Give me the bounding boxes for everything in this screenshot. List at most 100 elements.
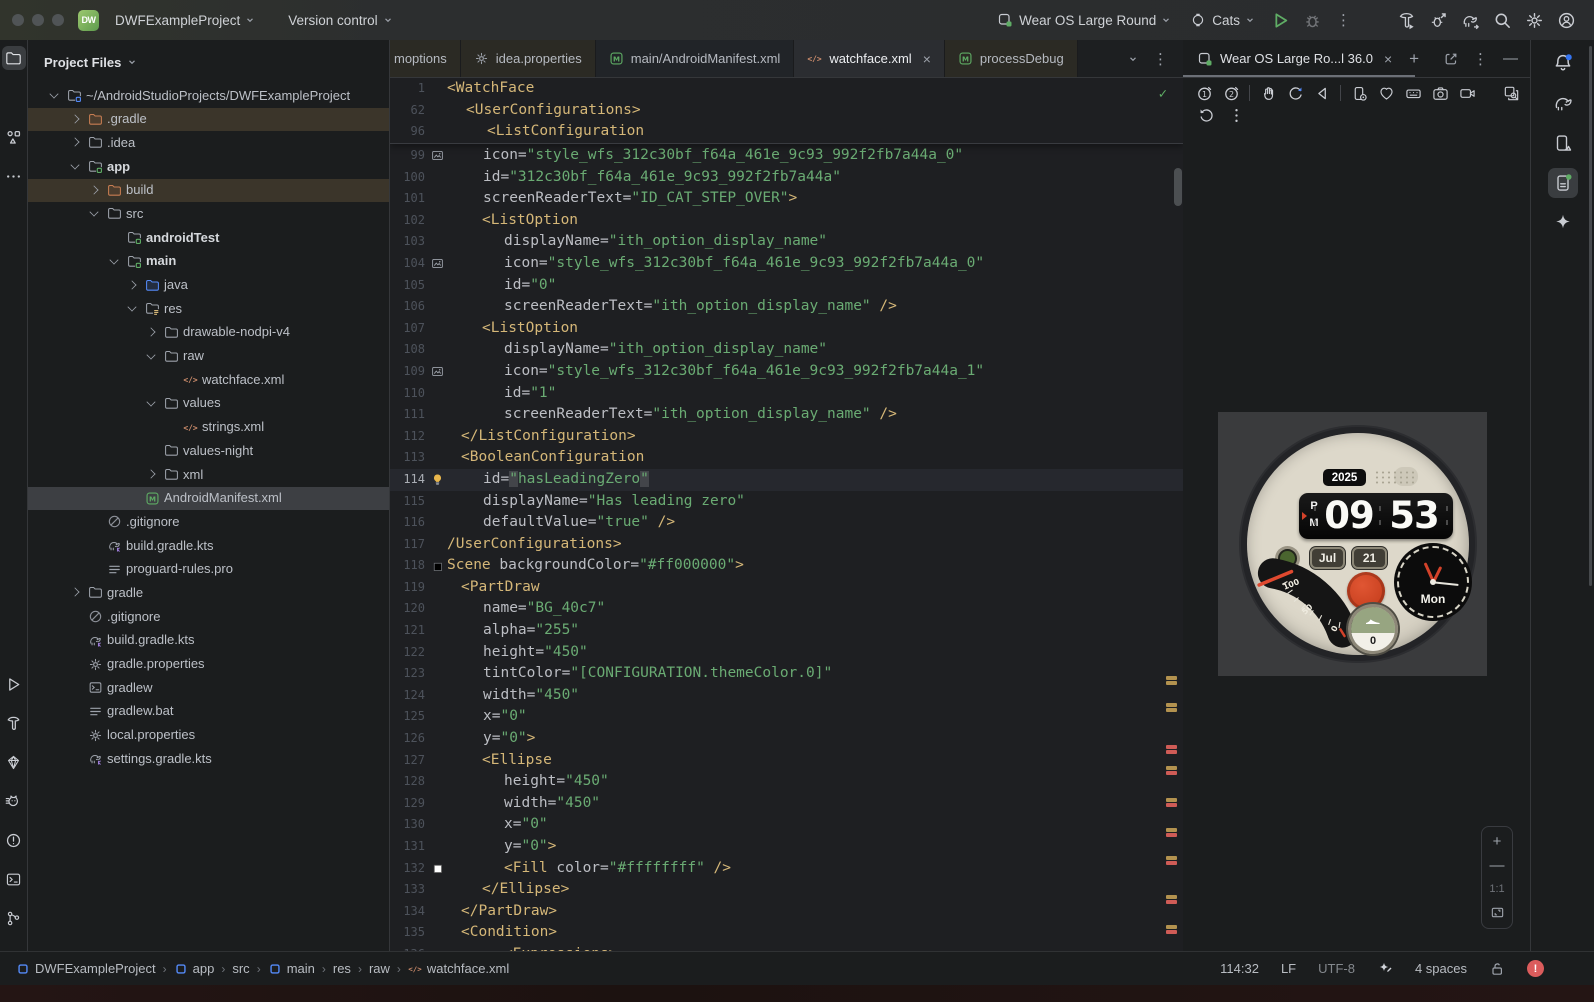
code-line[interactable]: 129 width="450" bbox=[390, 793, 1183, 815]
code-line[interactable]: 108 displayName="ith_option_display_name" bbox=[390, 339, 1183, 361]
breadcrumb-item-watchface-xml[interactable]: </> watchface.xml bbox=[408, 961, 509, 976]
code-line[interactable]: 107 <ListOption bbox=[390, 318, 1183, 340]
code-line[interactable]: 106 screenReaderText="ith_option_display_… bbox=[390, 296, 1183, 318]
tree-item-raw[interactable]: raw bbox=[28, 345, 389, 369]
lock-icon[interactable] bbox=[1489, 961, 1505, 977]
search-button[interactable] bbox=[1488, 6, 1516, 34]
breadcrumb-item-main[interactable]: main bbox=[268, 961, 315, 976]
window-controls[interactable] bbox=[12, 14, 64, 26]
code-line[interactable]: 133 </Ellipse> bbox=[390, 879, 1183, 901]
chevron-expanded-icon[interactable] bbox=[127, 302, 137, 312]
tree-item-app[interactable]: app bbox=[28, 155, 389, 179]
code-line[interactable]: 125 x="0" bbox=[390, 706, 1183, 728]
image-icon[interactable] bbox=[428, 145, 447, 167]
zoom-reset-button[interactable]: 1:1 bbox=[1489, 883, 1504, 895]
tree-item-idea[interactable]: .idea bbox=[28, 131, 389, 155]
tree-item-res[interactable]: res bbox=[28, 297, 389, 321]
code-line[interactable]: 114 id="hasLeadingZero" bbox=[390, 468, 1183, 491]
error-stripe-mark[interactable] bbox=[1166, 856, 1177, 866]
code-line[interactable]: 134 </PartDraw> bbox=[390, 901, 1183, 923]
chevron-collapsed-icon[interactable] bbox=[70, 114, 80, 124]
logcat-cat-icon[interactable] bbox=[2, 789, 26, 813]
maximize-window-button[interactable] bbox=[52, 14, 64, 26]
bulb-icon[interactable] bbox=[428, 469, 447, 491]
code-line[interactable]: 1 <WatchFace bbox=[390, 78, 1183, 100]
device-manager-icon[interactable] bbox=[1548, 128, 1578, 158]
project-folder-icon[interactable] bbox=[1, 46, 26, 70]
error-stripe-mark[interactable] bbox=[1166, 703, 1177, 713]
chevron-expanded-icon[interactable] bbox=[109, 255, 119, 265]
run-button[interactable] bbox=[1266, 6, 1294, 34]
tree-item-values[interactable]: values bbox=[28, 392, 389, 416]
close-device-tab-icon[interactable]: × bbox=[1384, 51, 1392, 67]
add-device-tab-icon[interactable]: + bbox=[1409, 49, 1419, 69]
code-line[interactable]: 124 width="450" bbox=[390, 685, 1183, 707]
image-icon[interactable] bbox=[428, 361, 447, 383]
tree-item-values-night[interactable]: values-night bbox=[28, 439, 389, 463]
error-stripe-mark[interactable] bbox=[1166, 798, 1177, 808]
code-line[interactable]: 103 displayName="ith_option_display_name" bbox=[390, 231, 1183, 253]
tree-item-build-gradle-kts[interactable]: build.gradle.kts bbox=[28, 534, 389, 558]
code-line[interactable]: 119 <PartDraw bbox=[390, 577, 1183, 599]
run-configuration-selector[interactable]: Cats bbox=[1182, 8, 1262, 32]
device-selector[interactable]: Wear OS Large Round bbox=[989, 8, 1178, 32]
device-settings-icon[interactable] bbox=[1350, 84, 1368, 102]
code-line[interactable]: 99 icon="style_wfs_312c30bf_f64a_461e_9c9… bbox=[390, 145, 1183, 167]
error-stripe-mark[interactable] bbox=[1166, 828, 1177, 838]
tree-item-gradlew-bat[interactable]: gradlew.bat bbox=[28, 700, 389, 724]
button2-icon[interactable]: 2 bbox=[1222, 84, 1240, 102]
screenshot-search-icon[interactable] bbox=[1502, 84, 1520, 102]
tree-item-watchface-xml[interactable]: </> watchface.xml bbox=[28, 368, 389, 392]
tab-watchface-xml[interactable]: </> watchface.xml × bbox=[794, 40, 945, 77]
code-line[interactable]: 101 screenReaderText="ID_CAT_STEP_OVER"> bbox=[390, 188, 1183, 210]
tree-item-build[interactable]: build bbox=[28, 178, 389, 203]
tab-main-androidmanifest-xml[interactable]: Mmain/AndroidManifest.xml bbox=[595, 40, 795, 77]
minimize-panel-icon[interactable]: — bbox=[1503, 50, 1518, 67]
close-window-button[interactable] bbox=[12, 14, 24, 26]
tree-item-androidstudioprojects-dwfexampleproject[interactable]: ~/AndroidStudioProjects/DWFExampleProjec… bbox=[28, 84, 389, 108]
button1-icon[interactable]: 1 bbox=[1195, 84, 1213, 102]
code-line[interactable]: 132 <Fill color="#ffffffff" /> bbox=[390, 858, 1183, 880]
breadcrumb-item-src[interactable]: src bbox=[232, 961, 249, 976]
code-line[interactable]: 100 id="312c30bf_f64a_461e_9c93_992f2fb7a… bbox=[390, 167, 1183, 189]
close-tab-icon[interactable]: × bbox=[923, 51, 931, 67]
chevron-expanded-icon[interactable] bbox=[49, 89, 59, 99]
error-stripe-mark[interactable] bbox=[1166, 676, 1177, 686]
chevron-expanded-icon[interactable] bbox=[89, 207, 99, 217]
rotate-icon[interactable] bbox=[1286, 84, 1304, 102]
build-hammer-icon[interactable] bbox=[2, 711, 26, 735]
tab-idea-properties[interactable]: idea.properties bbox=[460, 40, 596, 77]
swatch-black-icon[interactable] bbox=[428, 555, 447, 577]
keyboard-icon[interactable] bbox=[1404, 84, 1422, 102]
editor-options-icon[interactable]: ⋮ bbox=[1153, 50, 1169, 68]
tree-item-strings-xml[interactable]: </> strings.xml bbox=[28, 416, 389, 440]
palm-icon[interactable] bbox=[1259, 84, 1277, 102]
open-in-window-icon[interactable] bbox=[1443, 51, 1459, 67]
terminal-icon[interactable] bbox=[2, 867, 26, 891]
error-stripe-mark[interactable] bbox=[1166, 925, 1177, 935]
code-line[interactable]: 104 icon="style_wfs_312c30bf_f64a_461e_9c… bbox=[390, 253, 1183, 275]
code-line[interactable]: 130 x="0" bbox=[390, 814, 1183, 836]
indent-setting[interactable]: 4 spaces bbox=[1415, 961, 1467, 976]
tree-item-gradlew[interactable]: gradlew bbox=[28, 676, 389, 700]
tree-item-local-properties[interactable]: local.properties bbox=[28, 724, 389, 748]
code-line[interactable]: 126 y="0"> bbox=[390, 728, 1183, 750]
camera-icon[interactable] bbox=[1431, 84, 1449, 102]
chevron-expanded-icon[interactable] bbox=[70, 160, 80, 170]
swatch-white-icon[interactable] bbox=[428, 858, 447, 880]
breadcrumb-item-raw[interactable]: raw bbox=[369, 961, 390, 976]
gradle-elephant-icon[interactable] bbox=[1548, 88, 1578, 118]
zoom-out-button[interactable]: — bbox=[1490, 858, 1505, 873]
tab-processdebug[interactable]: MprocessDebug bbox=[944, 40, 1078, 77]
code-line[interactable]: 116 defaultValue="true" /> bbox=[390, 512, 1183, 534]
project-view-selector[interactable]: Project Files bbox=[28, 40, 389, 84]
gradle-sync-button[interactable] bbox=[1456, 6, 1484, 34]
code-line[interactable]: 111 screenReaderText="ith_option_display_… bbox=[390, 404, 1183, 426]
chevron-expanded-icon[interactable] bbox=[146, 350, 156, 360]
tree-item-drawable-nodpi-v4[interactable]: drawable-nodpi-v4 bbox=[28, 321, 389, 345]
code-line[interactable]: 128 height="450" bbox=[390, 771, 1183, 793]
code-line[interactable]: 120 name="BG_40c7" bbox=[390, 598, 1183, 620]
gemini-sparkle-icon[interactable] bbox=[1548, 208, 1578, 238]
code-line[interactable]: 110 id="1" bbox=[390, 383, 1183, 405]
file-encoding[interactable]: UTF-8 bbox=[1318, 961, 1355, 976]
